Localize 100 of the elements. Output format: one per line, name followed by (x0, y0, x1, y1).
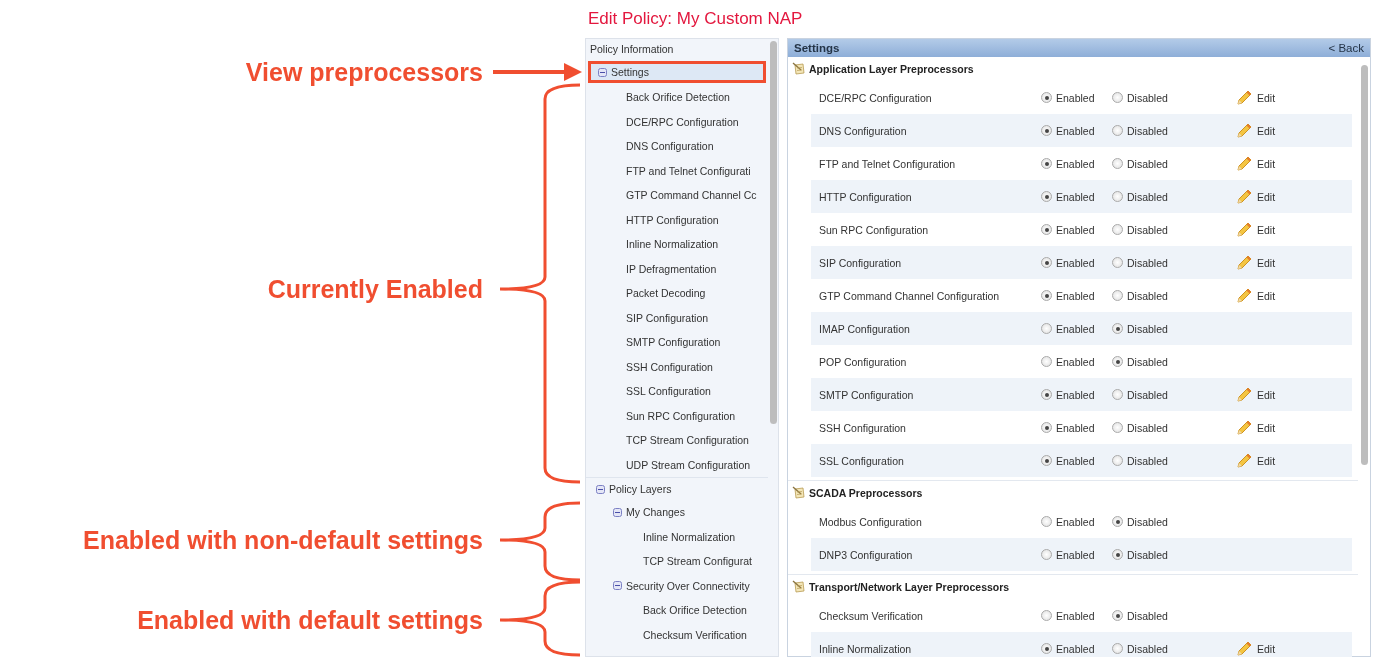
radio-option[interactable]: Disabled (1112, 289, 1237, 302)
edit-link[interactable]: Edit (1237, 288, 1352, 303)
radio-option[interactable]: Disabled (1112, 642, 1237, 655)
radio-icon[interactable] (1112, 455, 1123, 466)
edit-link[interactable]: Edit (1237, 453, 1352, 468)
radio-option[interactable]: Enabled (1041, 388, 1112, 401)
minus-icon[interactable] (598, 67, 607, 77)
radio-icon[interactable] (1041, 290, 1052, 301)
radio-icon[interactable] (1041, 158, 1052, 169)
nav-item[interactable]: Checksum Verification (586, 622, 768, 647)
radio-option[interactable]: Enabled (1041, 454, 1112, 467)
radio-icon[interactable] (1041, 356, 1052, 367)
minus-icon[interactable] (613, 581, 622, 591)
radio-option[interactable]: Enabled (1041, 515, 1112, 528)
radio-option[interactable]: Disabled (1112, 124, 1237, 137)
radio-option[interactable]: Enabled (1041, 355, 1112, 368)
radio-option[interactable]: Disabled (1112, 388, 1237, 401)
radio-option[interactable]: Disabled (1112, 355, 1237, 368)
nav-item[interactable]: Settings (588, 61, 766, 83)
edit-link[interactable]: Edit (1237, 387, 1352, 402)
edit-link[interactable]: Edit (1237, 189, 1352, 204)
nav-item[interactable]: DCE/RPC Configuration (586, 109, 768, 134)
radio-option[interactable]: Enabled (1041, 256, 1112, 269)
scrollbar-thumb[interactable] (769, 41, 777, 424)
nav-item[interactable]: My Changes (586, 500, 768, 525)
radio-icon[interactable] (1041, 257, 1052, 268)
nav-item[interactable]: SSH Configuration (586, 354, 768, 379)
radio-icon[interactable] (1041, 516, 1052, 527)
radio-icon[interactable] (1041, 323, 1052, 334)
edit-link[interactable]: Edit (1237, 156, 1352, 171)
edit-link[interactable]: Edit (1237, 222, 1352, 237)
radio-icon[interactable] (1112, 191, 1123, 202)
radio-icon[interactable] (1041, 224, 1052, 235)
radio-icon[interactable] (1112, 257, 1123, 268)
radio-icon[interactable] (1112, 422, 1123, 433)
radio-option[interactable]: Enabled (1041, 548, 1112, 561)
radio-option[interactable]: Disabled (1112, 91, 1237, 104)
nav-item[interactable]: FTP and Telnet Configurati (586, 158, 768, 183)
radio-option[interactable]: Enabled (1041, 124, 1112, 137)
nav-item[interactable]: SMTP Configuration (586, 330, 768, 355)
radio-icon[interactable] (1112, 92, 1123, 103)
nav-item[interactable]: Back Orifice Detection (586, 598, 768, 623)
radio-option[interactable]: Enabled (1041, 91, 1112, 104)
nav-item[interactable]: TCP Stream Configuration (586, 428, 768, 453)
radio-option[interactable]: Enabled (1041, 223, 1112, 236)
radio-option[interactable]: Enabled (1041, 190, 1112, 203)
nav-item[interactable]: DNS Configuration (586, 134, 768, 159)
nav-item[interactable]: Policy Layers (586, 478, 768, 500)
radio-icon[interactable] (1041, 422, 1052, 433)
nav-item[interactable]: Security Over Connectivity (586, 573, 768, 598)
radio-option[interactable]: Enabled (1041, 421, 1112, 434)
radio-icon[interactable] (1041, 92, 1052, 103)
nav-item[interactable]: GTP Command Channel Cc (586, 183, 768, 208)
radio-icon[interactable] (1112, 158, 1123, 169)
radio-icon[interactable] (1041, 389, 1052, 400)
back-link[interactable]: < Back (1328, 42, 1364, 54)
radio-icon[interactable] (1041, 610, 1052, 621)
radio-icon[interactable] (1112, 356, 1123, 367)
radio-option[interactable]: Enabled (1041, 322, 1112, 335)
radio-icon[interactable] (1112, 516, 1123, 527)
radio-option[interactable]: Disabled (1112, 190, 1237, 203)
nav-item[interactable]: Packet Decoding (586, 281, 768, 306)
radio-icon[interactable] (1112, 224, 1123, 235)
nav-item[interactable]: Sun RPC Configuration (586, 403, 768, 428)
minus-icon[interactable] (596, 484, 605, 494)
radio-option[interactable]: Disabled (1112, 548, 1237, 561)
radio-icon[interactable] (1041, 125, 1052, 136)
edit-link[interactable]: Edit (1237, 641, 1352, 656)
nav-item[interactable]: Back Orifice Detection (586, 85, 768, 110)
nav-item[interactable]: SIP Configuration (586, 305, 768, 330)
radio-option[interactable]: Enabled (1041, 609, 1112, 622)
edit-link[interactable]: Edit (1237, 90, 1352, 105)
radio-icon[interactable] (1041, 191, 1052, 202)
nav-item[interactable]: HTTP Configuration (586, 207, 768, 232)
radio-icon[interactable] (1112, 610, 1123, 621)
radio-icon[interactable] (1041, 643, 1052, 654)
radio-option[interactable]: Disabled (1112, 157, 1237, 170)
nav-item[interactable]: SSL Configuration (586, 379, 768, 404)
nav-item[interactable]: IP Defragmentation (586, 256, 768, 281)
radio-icon[interactable] (1041, 455, 1052, 466)
radio-icon[interactable] (1112, 290, 1123, 301)
radio-option[interactable]: Disabled (1112, 515, 1237, 528)
radio-option[interactable]: Enabled (1041, 642, 1112, 655)
nav-item[interactable]: TCP Stream Configurat (586, 549, 768, 574)
minus-icon[interactable] (613, 507, 622, 517)
radio-option[interactable]: Disabled (1112, 256, 1237, 269)
radio-option[interactable]: Disabled (1112, 454, 1237, 467)
scrollbar-thumb[interactable] (1360, 65, 1368, 465)
radio-icon[interactable] (1112, 323, 1123, 334)
radio-option[interactable]: Enabled (1041, 289, 1112, 302)
nav-item[interactable]: Inline Normalization (586, 524, 768, 549)
radio-option[interactable]: Disabled (1112, 322, 1237, 335)
nav-item[interactable]: Inline Normalization (586, 232, 768, 257)
radio-icon[interactable] (1112, 549, 1123, 560)
radio-icon[interactable] (1041, 549, 1052, 560)
radio-option[interactable]: Disabled (1112, 421, 1237, 434)
edit-link[interactable]: Edit (1237, 255, 1352, 270)
nav-item[interactable]: UDP Stream Configuration (586, 452, 768, 477)
edit-link[interactable]: Edit (1237, 123, 1352, 138)
radio-icon[interactable] (1112, 643, 1123, 654)
